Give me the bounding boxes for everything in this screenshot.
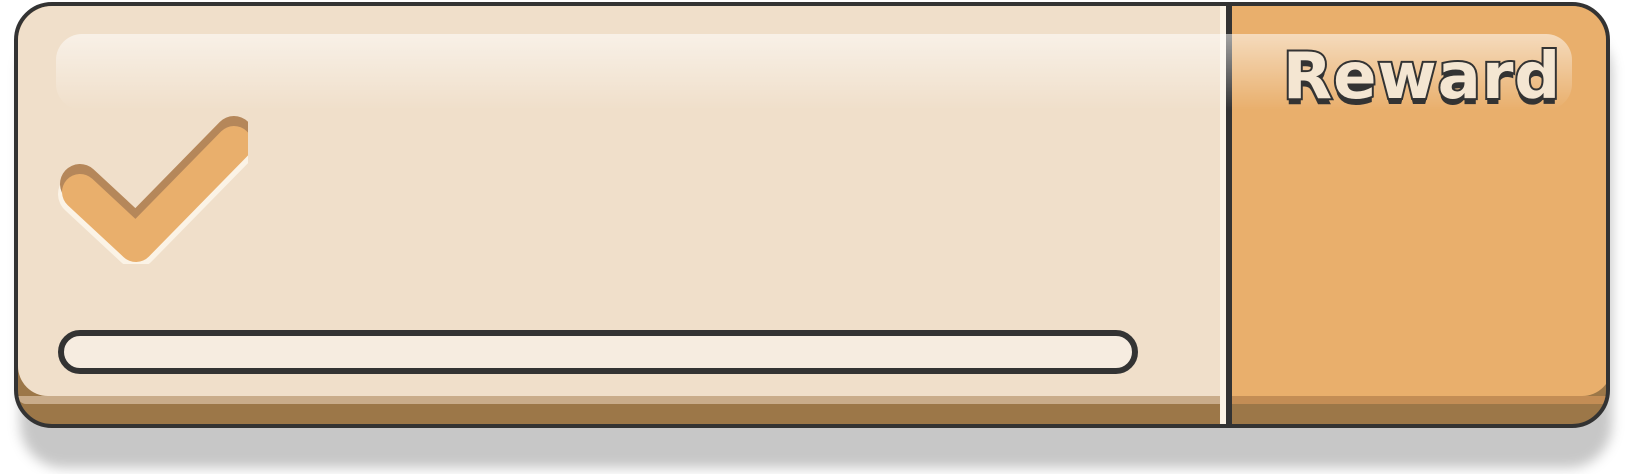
- quest-card-stage: Reward: [0, 0, 1632, 474]
- quest-card[interactable]: Reward: [14, 2, 1610, 428]
- task-panel: [18, 6, 1226, 404]
- reward-label: Reward: [1281, 38, 1562, 116]
- progress-bar: [58, 330, 1138, 374]
- checkmark-icon: [58, 116, 248, 264]
